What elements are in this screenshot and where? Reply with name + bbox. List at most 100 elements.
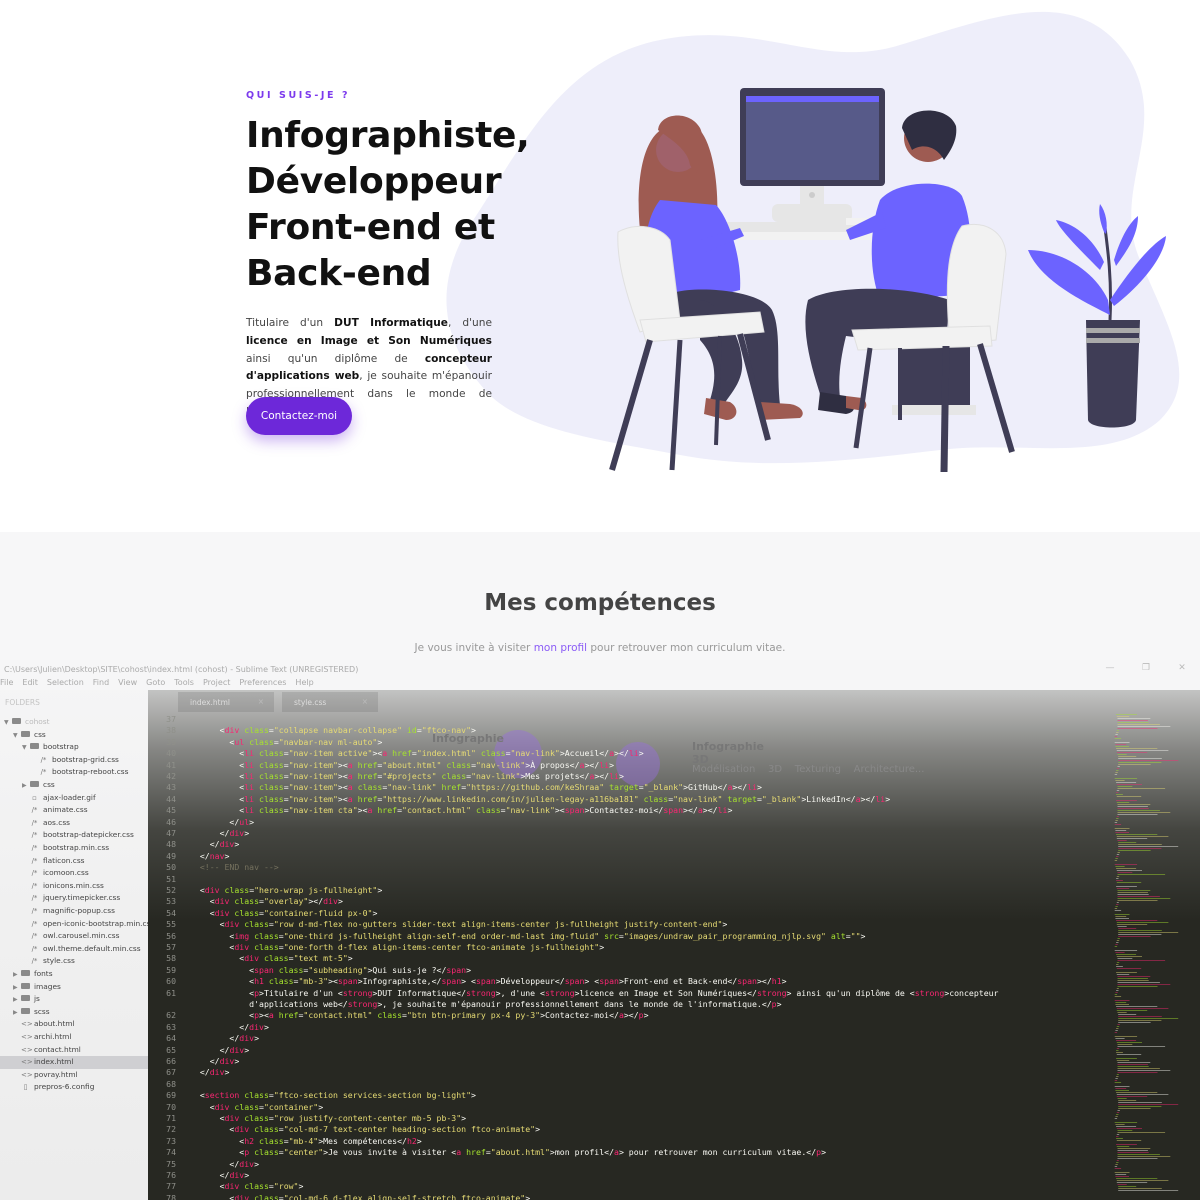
tab-close-icon[interactable]: × <box>362 697 368 706</box>
tree-folder[interactable]: ▶ js <box>0 993 40 1006</box>
minimap-line <box>1115 952 1125 953</box>
tree-file[interactable]: /* ionicons.min.css <box>0 880 104 893</box>
minimap-line <box>1116 968 1142 969</box>
minimap-line <box>1116 816 1119 817</box>
minimap-line <box>1116 1006 1158 1007</box>
tab-label: style.css <box>294 698 327 707</box>
tree-file[interactable]: <>index.html <box>0 1056 148 1069</box>
minimap-line <box>1116 796 1142 797</box>
minimap-line <box>1117 728 1158 729</box>
tab-close-icon[interactable]: × <box>258 697 264 706</box>
menu-preferences[interactable]: Preferences <box>239 678 286 690</box>
minimap-line <box>1117 1068 1160 1069</box>
tree-item-label: owl.theme.default.min.css <box>43 943 141 953</box>
menu-project[interactable]: Project <box>203 678 230 690</box>
tree-folder[interactable]: ▶ css <box>0 779 55 792</box>
minimap-line <box>1118 936 1151 937</box>
menu-view[interactable]: View <box>118 678 137 690</box>
tree-file[interactable]: /* owl.carousel.min.css <box>0 930 120 943</box>
file-icon: /* <box>40 768 47 777</box>
menu-find[interactable]: Find <box>93 678 109 690</box>
folders-label: FOLDERS <box>5 698 40 707</box>
tree-file[interactable]: /* open-iconic-bootstrap.min.css <box>0 918 155 931</box>
tree-folder[interactable]: ▼ css <box>0 729 46 742</box>
minimap-line <box>1118 1102 1162 1103</box>
close-button[interactable]: ✕ <box>1164 663 1200 673</box>
minimap-line <box>1117 788 1166 789</box>
minimap-line <box>1117 766 1120 767</box>
minimap-line <box>1114 1172 1130 1173</box>
menu-help[interactable]: Help <box>295 678 313 690</box>
code-text: </div> <box>190 1033 260 1044</box>
ghost-tags: Modélisation 3D Texturing Architecture..… <box>692 764 925 775</box>
code-text: <div class="row justify-content-center m… <box>190 1113 467 1123</box>
menu-tools[interactable]: Tools <box>174 678 194 690</box>
tree-file[interactable]: /* animate.css <box>0 804 88 817</box>
minimap-line <box>1116 870 1142 871</box>
tree-file[interactable]: /* style.css <box>0 955 75 968</box>
code-text: </div> <box>190 1021 269 1032</box>
file-icon: ▯ <box>23 1083 28 1092</box>
minimap-line <box>1116 1160 1119 1161</box>
minimap-line <box>1116 1054 1142 1055</box>
line-number: 74 <box>166 1147 176 1158</box>
code-text: <section class="ftco-section services-se… <box>190 1090 476 1101</box>
tree-folder[interactable]: ▶ fonts <box>0 968 53 981</box>
tree-file[interactable]: <>archi.html <box>0 1031 71 1044</box>
tree-file[interactable]: /* magnific-popup.css <box>0 905 115 918</box>
minimize-button[interactable]: — <box>1092 663 1128 673</box>
code-editor[interactable]: Infographie Infographie 3D Modélisation … <box>148 690 1200 1200</box>
tree-item-label: bootstrap-datepicker.css <box>43 830 134 840</box>
tree-item-label: icomoon.css <box>43 868 89 878</box>
menu-goto[interactable]: Goto <box>146 678 165 690</box>
tree-folder[interactable]: ▼ cohost <box>0 716 50 729</box>
minimap-line <box>1116 1042 1142 1043</box>
minimap[interactable] <box>1110 712 1200 1200</box>
menu-selection[interactable]: Selection <box>47 678 84 690</box>
tree-file[interactable]: /* icomoon.css <box>0 867 89 880</box>
minimap-line <box>1116 880 1123 881</box>
tree-file[interactable]: /* bootstrap-grid.css <box>0 754 119 767</box>
minimap-line <box>1118 758 1162 759</box>
minimap-line <box>1117 1012 1127 1013</box>
tree-file[interactable]: /* aos.css <box>0 817 70 830</box>
tree-item-label: cohost <box>25 717 50 726</box>
tree-file[interactable]: /* jquery.timepicker.css <box>0 892 121 905</box>
maximize-button[interactable]: ❐ <box>1128 663 1164 673</box>
profile-link[interactable]: mon profil <box>534 642 587 654</box>
tree-file[interactable]: /* bootstrap-reboot.css <box>0 766 129 779</box>
ghost-title-infographie-3d: Infographie 3D <box>692 740 764 766</box>
minimap-line <box>1117 1098 1127 1099</box>
tree-file[interactable]: <>povray.html <box>0 1069 78 1082</box>
tree-folder[interactable]: ▶ scss <box>0 1006 50 1019</box>
menu-file[interactable]: File <box>0 678 13 690</box>
minimap-line <box>1115 1124 1125 1125</box>
minimap-line <box>1114 822 1118 823</box>
minimap-line <box>1115 832 1129 833</box>
code-text: <div class="container-fluid px-0"> <box>190 907 378 918</box>
tab-index-html[interactable]: index.html × <box>178 692 274 712</box>
tree-file[interactable]: /* flaticon.css <box>0 855 85 868</box>
menu-edit[interactable]: Edit <box>22 678 38 690</box>
minimap-line <box>1116 1144 1137 1145</box>
skills-title: Mes compétences <box>484 590 716 616</box>
tree-folder[interactable]: ▼ bootstrap <box>0 741 79 754</box>
tree-file[interactable]: /* bootstrap-datepicker.css <box>0 829 134 842</box>
pair-programming-illustration <box>609 88 1166 473</box>
line-number: 67 <box>166 1067 176 1078</box>
minimap-line <box>1117 986 1158 987</box>
tree-file[interactable]: <>about.html <box>0 1018 75 1031</box>
tree-file[interactable]: ▯ prepros-6.config <box>0 1081 95 1094</box>
minimap-line <box>1115 916 1127 917</box>
tab-style-css[interactable]: style.css × <box>282 692 378 712</box>
tree-file[interactable]: /* bootstrap.min.css <box>0 842 109 855</box>
minimap-line <box>1116 1052 1123 1053</box>
code-text: <p class="center">Je vous invite à visit… <box>190 1147 826 1158</box>
tree-file[interactable]: /* owl.theme.default.min.css <box>0 943 141 956</box>
tree-folder[interactable]: ▶ images <box>0 981 61 994</box>
line-number: 40 <box>166 748 176 759</box>
tree-file[interactable]: <>contact.html <box>0 1044 81 1057</box>
tree-file[interactable]: ▫ ajax-loader.gif <box>0 792 95 805</box>
minimap-line <box>1117 900 1158 901</box>
code-text: </div> <box>190 1158 260 1169</box>
